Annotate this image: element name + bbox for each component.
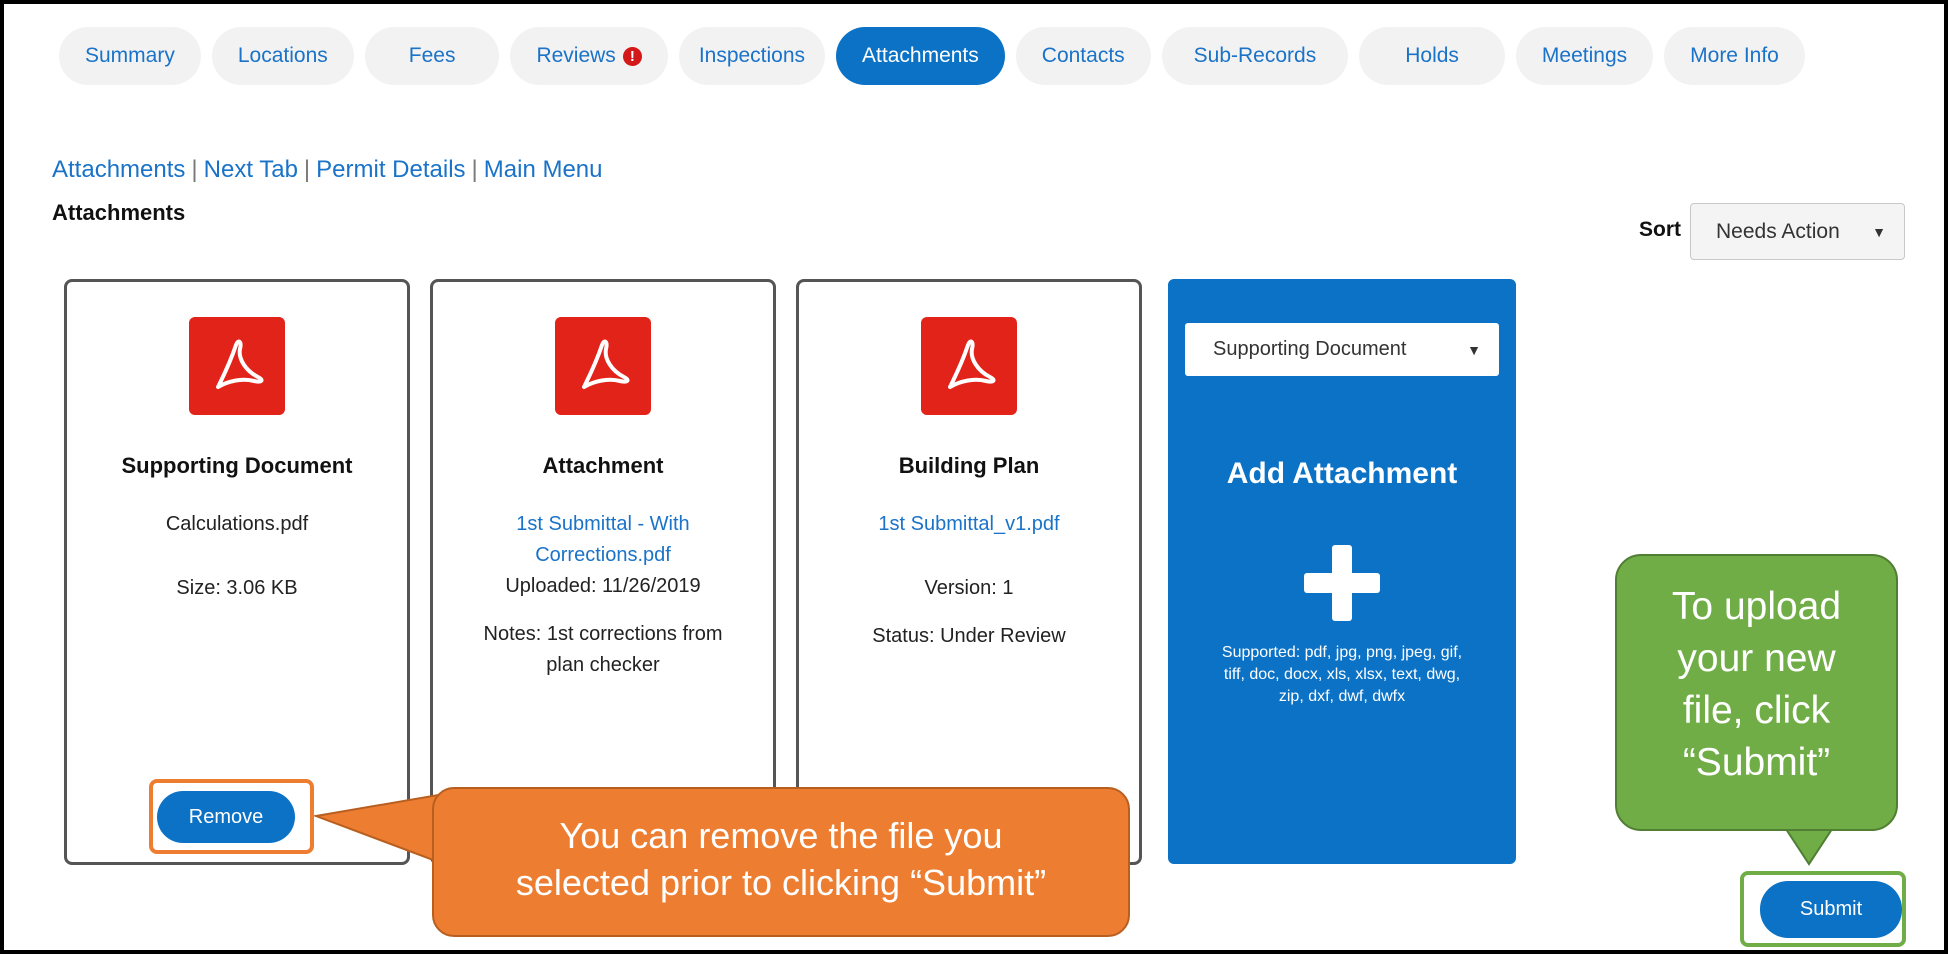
breadcrumb: Attachments | Next Tab | Permit Details …	[52, 156, 603, 184]
tab-label: Inspections	[698, 44, 806, 67]
tab-label: Holds	[1405, 44, 1459, 67]
callout-line: “Submit”	[1682, 741, 1831, 784]
card-title: Attachment	[542, 453, 664, 478]
tab-label: Sub-Records	[1193, 44, 1317, 67]
sort-select[interactable]: Needs Action ▼	[1690, 203, 1905, 260]
callout-line: You can remove the file you	[559, 815, 1003, 856]
file-link[interactable]: 1st Submittal - With Corrections.pdf	[433, 509, 773, 571]
breadcrumb-permit-details-link[interactable]: Permit Details	[316, 156, 465, 184]
callout-line: To upload	[1671, 585, 1842, 628]
tab-label: Summary	[85, 44, 175, 67]
caret-down-icon: ▼	[1872, 223, 1886, 240]
sort-label: Sort	[1639, 218, 1681, 241]
file-name-line: 1st Submittal - With	[516, 513, 690, 535]
attachment-type-value: Supporting Document	[1213, 338, 1407, 360]
file-name: Calculations.pdf	[165, 513, 309, 535]
sort-value: Needs Action	[1716, 219, 1840, 243]
breadcrumb-separator: |	[191, 156, 198, 183]
pdf-icon	[555, 317, 651, 415]
attachment-card: Attachment 1st Submittal - With Correcti…	[430, 279, 776, 865]
tab-summary[interactable]: Summary	[59, 27, 201, 85]
tab-sub-records[interactable]: Sub-Records	[1161, 27, 1349, 85]
status: Status: Under Review	[872, 625, 1066, 647]
add-attachment-panel[interactable]: Supporting Document ▼ Add Attachment Sup…	[1168, 279, 1516, 864]
callout-line: your new	[1677, 637, 1836, 680]
callout-line: selected prior to clicking “Submit”	[515, 862, 1047, 903]
callout-line: file, click	[1682, 689, 1831, 732]
submit-callout: To upload your new file, click “Submit”	[1615, 554, 1898, 831]
tab-label: More Info	[1690, 44, 1779, 67]
uploaded-date: Uploaded: 11/26/2019	[505, 575, 701, 597]
attachment-card: Supporting Document Calculations.pdf Siz…	[64, 279, 410, 865]
tab-meetings[interactable]: Meetings	[1515, 27, 1654, 85]
page: Summary Locations Fees Reviews! Inspecti…	[4, 4, 1944, 950]
tab-holds[interactable]: Holds	[1359, 27, 1505, 85]
tab-label: Locations	[237, 44, 328, 67]
file-name-line: Corrections.pdf	[535, 544, 671, 566]
plus-icon[interactable]	[1304, 545, 1380, 621]
supported-formats: Supported: pdf, jpg, png, jpeg, gif, tif…	[1194, 642, 1490, 708]
supported-line: zip, dxf, dwf, dwfx	[1278, 688, 1406, 705]
notes-line: Notes: 1st corrections from	[483, 623, 723, 645]
supported-line: tiff, doc, docx, xls, xlsx, text, dwg,	[1223, 666, 1461, 683]
tab-label: Fees	[408, 44, 456, 67]
add-attachment-title: Add Attachment	[1226, 457, 1458, 490]
tab-inspections[interactable]: Inspections	[678, 27, 826, 85]
card-title: Supporting Document	[121, 453, 353, 478]
remove-highlight-box	[149, 779, 314, 854]
card-title: Building Plan	[898, 453, 1040, 478]
breadcrumb-main-menu-link[interactable]: Main Menu	[484, 156, 603, 184]
tab-label: Contacts	[1041, 44, 1125, 67]
tab-label: Meetings	[1541, 44, 1628, 67]
breadcrumb-next-tab-link[interactable]: Next Tab	[204, 156, 298, 184]
tab-more-info[interactable]: More Info	[1664, 27, 1805, 85]
section-title: Attachments	[52, 200, 186, 225]
remove-callout: You can remove the file you selected pri…	[432, 787, 1130, 937]
tab-label: Reviews	[536, 44, 616, 67]
alert-icon: !	[622, 46, 642, 66]
file-link[interactable]: 1st Submittal_v1.pdf	[799, 509, 1139, 540]
attachment-type-select[interactable]: Supporting Document ▼	[1185, 323, 1499, 376]
breadcrumb-separator: |	[471, 156, 478, 183]
tab-attachments[interactable]: Attachments	[836, 27, 1005, 85]
caret-down-icon: ▼	[1467, 341, 1481, 358]
breadcrumb-attachments-link[interactable]: Attachments	[52, 156, 185, 184]
pdf-icon	[921, 317, 1017, 415]
tab-locations[interactable]: Locations	[211, 27, 354, 85]
notes-line: plan checker	[546, 654, 660, 676]
tab-reviews[interactable]: Reviews!	[510, 27, 668, 85]
file-size: Size: 3.06 KB	[176, 577, 298, 599]
tab-fees[interactable]: Fees	[364, 27, 500, 85]
tab-label: Attachments	[862, 44, 979, 67]
submit-button[interactable]: Submit	[1760, 881, 1902, 938]
attachment-card: Building Plan 1st Submittal_v1.pdf Versi…	[796, 279, 1142, 865]
pdf-icon	[189, 317, 285, 415]
supported-line: Supported: pdf, jpg, png, jpeg, gif,	[1221, 644, 1463, 661]
breadcrumb-separator: |	[303, 156, 311, 183]
tab-contacts[interactable]: Contacts	[1015, 27, 1151, 85]
tab-bar: Summary Locations Fees Reviews! Inspecti…	[59, 27, 1805, 85]
green-callout-pointer	[1782, 825, 1836, 866]
version: Version: 1	[924, 577, 1014, 599]
